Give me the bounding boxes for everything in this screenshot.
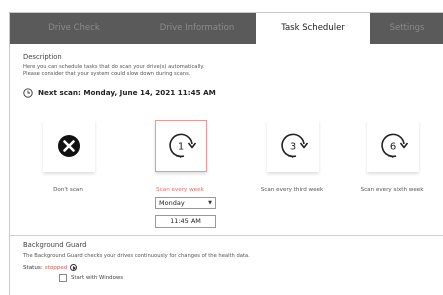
day-dropdown-value: Monday [159, 199, 185, 207]
svg-text:3: 3 [290, 142, 296, 153]
dont-scan-label: Don't scan [53, 187, 83, 193]
tab-task-scheduler[interactable]: Task Scheduler [256, 13, 370, 44]
status-row: Status: stopped [23, 263, 78, 272]
scan-every-third-week-option[interactable]: 3 [267, 120, 319, 172]
main-panel: Drive Check Drive Information Task Sched… [9, 12, 443, 295]
start-with-windows-row: Start with Windows [59, 273, 123, 282]
tab-drive-check[interactable]: Drive Check [10, 13, 138, 44]
day-dropdown[interactable]: Monday ▼ [155, 197, 216, 209]
dont-scan-option[interactable] [43, 120, 95, 172]
section-divider [10, 235, 443, 236]
tab-settings[interactable]: Settings [370, 13, 443, 44]
clock-icon [23, 87, 33, 98]
description-line-2: Please consider that your system could s… [23, 71, 191, 77]
next-scan-row: Next scan: Monday, June 14, 2021 11:45 A… [23, 87, 216, 98]
next-scan-text: Next scan: Monday, June 14, 2021 11:45 A… [38, 88, 216, 97]
start-with-windows-checkbox[interactable] [59, 273, 67, 282]
description-line-1: Here you can schedule tasks that do scan… [23, 64, 205, 70]
time-field[interactable]: 11:45 AM [155, 215, 216, 228]
background-guard-title: Background Guard [23, 241, 87, 249]
start-with-windows-label: Start with Windows [71, 274, 124, 281]
status-value: stopped [44, 264, 68, 271]
scan-every-sixth-week-option[interactable]: 6 [367, 120, 419, 172]
repeat-6-icon: 6 [381, 133, 409, 158]
x-icon [58, 135, 80, 157]
tab-drive-information[interactable]: Drive Information [138, 13, 256, 44]
scan-every-week-label: Scan every week [156, 187, 204, 193]
chevron-down-icon: ▼ [208, 200, 212, 206]
svg-text:6: 6 [390, 142, 396, 153]
repeat-3-icon: 3 [281, 133, 309, 158]
background-guard-description: The Background Guard checks your drives … [23, 253, 250, 259]
svg-text:1: 1 [178, 142, 184, 153]
scan-every-third-week-label: Scan every third week [260, 187, 324, 193]
status-label: Status: [23, 264, 43, 271]
repeat-1-icon: 1 [169, 133, 197, 158]
scan-every-week-option[interactable]: 1 [155, 120, 207, 172]
description-title: Description [23, 53, 62, 61]
play-icon[interactable] [70, 264, 78, 271]
tab-bar: Drive Check Drive Information Task Sched… [10, 13, 443, 44]
scan-every-sixth-week-label: Scan every sixth week [360, 187, 424, 193]
